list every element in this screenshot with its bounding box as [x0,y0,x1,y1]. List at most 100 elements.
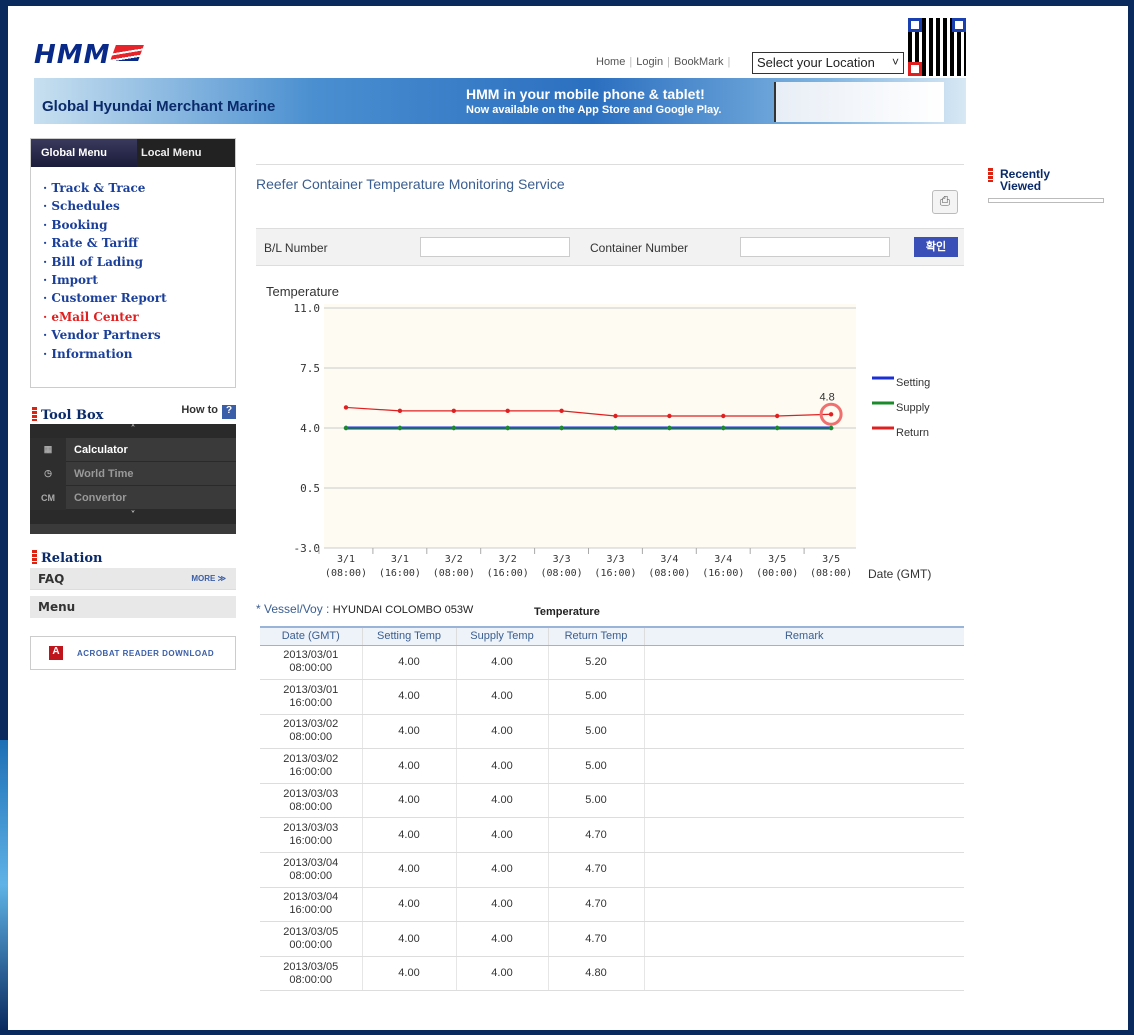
table-row: 2013/03/01 16:00:00 4.00 4.00 5.00 [260,679,964,715]
menu-item-track-trace[interactable]: · Track & Trace [43,181,235,199]
confirm-button[interactable]: 확인 [914,237,958,257]
menu-item-booking[interactable]: · Booking [43,218,235,236]
menu-item-schedules[interactable]: · Schedules [43,199,235,217]
cell-date: 2013/03/02 08:00:00 [260,714,363,750]
menu-item-vendor-partners[interactable]: · Vendor Partners [43,328,235,346]
cell-date: 2013/03/04 16:00:00 [260,887,363,923]
scroll-down-icon[interactable]: ˅ [30,510,236,524]
menu-item-rate-tariff[interactable]: · Rate & Tariff [43,236,235,254]
cell-supply-temp: 4.00 [456,887,549,923]
page-frame: HMM Home | Login | BookMark | Select your Loc… [8,6,1128,1030]
howto-button[interactable]: How to? [181,404,236,419]
cell-setting-temp: 4.00 [362,817,457,854]
data-point-supply [559,425,564,431]
cell-return-temp: 5.20 [548,645,645,681]
table-row: 2013/03/02 16:00:00 4.00 4.00 5.00 [260,748,964,784]
more-link[interactable]: MORE ≫ [191,574,226,583]
home-link[interactable]: Home [596,56,625,68]
logo-flag-icon [109,45,144,61]
temperature-table: Date (GMT) Setting Temp Supply Temp Retu… [260,626,964,992]
data-point-supply [775,425,780,431]
banner-title: Global Hyundai Merchant Marine [42,98,276,115]
y-tick-label: 4.0 [300,422,320,435]
table-row: 2013/03/05 00:00:00 4.00 4.00 4.70 [260,921,964,957]
table-row: 2013/03/03 08:00:00 4.00 4.00 5.00 [260,783,964,819]
toolbox-title: Tool Box [41,408,104,423]
y-tick-label: 7.5 [300,362,320,375]
cell-remark [644,714,964,750]
cell-return-temp: 4.70 [548,817,645,854]
table-row: 2013/03/03 16:00:00 4.00 4.00 4.70 [260,817,964,854]
menu-row[interactable]: Menu [30,596,236,618]
x-tick-label: 3/1 [337,554,355,565]
data-point-return [721,413,726,419]
data-point-return [559,408,564,414]
cell-date: 2013/03/01 08:00:00 [260,645,363,681]
cell-return-temp: 4.70 [548,887,645,923]
cell-supply-temp: 4.00 [456,852,549,888]
convertor-icon: CM [30,485,66,510]
login-link[interactable]: Login [636,56,663,68]
cell-setting-temp: 4.00 [362,645,457,681]
x-tick-label: (00:00) [756,568,798,579]
x-tick-label: (08:00) [810,568,852,579]
x-tick-label: 3/1 [391,554,409,565]
cell-remark [644,748,964,784]
faq-row[interactable]: FAQ MORE ≫ [30,568,236,590]
relation-header: Relation [32,550,103,566]
clock-icon: ◷ [30,461,66,486]
data-point-supply [828,425,834,431]
hmm-logo[interactable]: HMM [34,40,144,70]
x-tick-label: 3/3 [606,554,624,565]
legend-label: Supply [896,402,930,414]
toolbox-panel: ˄ ▦ Calculator ◷ World Time CM Convertor ˅ [30,424,236,534]
vessel-info: * Vessel/Voy : HYUNDAI COLOMBO 053W Temp… [256,602,600,618]
menu-item-bill-of-lading[interactable]: · Bill of Lading [43,255,235,273]
tool-calculator[interactable]: ▦ Calculator [30,437,236,462]
bookmark-link[interactable]: BookMark [674,56,724,68]
legend-label: Setting [896,377,930,389]
section-marker-icon [32,550,37,564]
menu-item-import[interactable]: · Import [43,273,235,291]
y-tick-label: -3.0 [294,542,321,555]
scroll-up-icon[interactable]: ˄ [30,424,236,438]
data-point-return [505,408,510,414]
search-bar: B/L Number Container Number 확인 [256,228,964,266]
cell-setting-temp: 4.00 [362,714,457,750]
tool-convertor[interactable]: CM Convertor [30,485,236,510]
acrobat-download-button[interactable]: A ACROBAT READER DOWNLOAD [30,636,236,670]
menu-item-email-center[interactable]: · eMail Center [43,310,235,328]
cell-return-temp: 4.70 [548,921,645,957]
data-point-return [397,408,403,414]
location-select[interactable]: Select your Location ˅ [752,52,904,74]
x-tick-label: 3/2 [499,554,517,565]
legend-label: Return [896,427,929,439]
y-axis-label: Temperature [266,284,339,299]
global-menu: Global Menu Local Menu · Track & Trace ·… [30,138,236,388]
x-tick-label: (08:00) [433,568,475,579]
qr-code-icon [908,18,966,76]
data-point-supply [505,425,510,431]
x-tick-label: (08:00) [541,568,583,579]
x-tick-label: (08:00) [325,568,367,579]
bl-number-input[interactable] [420,237,570,257]
tool-world-time[interactable]: ◷ World Time [30,461,236,486]
x-tick-label: 3/2 [445,554,463,565]
cell-return-temp: 4.80 [548,956,645,992]
x-tick-label: 3/4 [660,554,678,565]
data-point-supply [721,425,726,431]
menu-item-customer-report[interactable]: · Customer Report [43,291,235,309]
tab-global-menu[interactable]: Global Menu [31,139,137,167]
table-row: 2013/03/04 08:00:00 4.00 4.00 4.70 [260,852,964,888]
cell-remark [644,956,964,992]
tab-local-menu[interactable]: Local Menu [141,147,202,159]
cell-setting-temp: 4.00 [362,679,457,715]
cell-supply-temp: 4.00 [456,679,549,715]
container-number-input[interactable] [740,237,890,257]
column-header-setting: Setting Temp [362,626,457,646]
promo-banner[interactable]: Global Hyundai Merchant Marine HMM in yo… [34,78,966,124]
cell-remark [644,645,964,681]
menu-item-information[interactable]: · Information [43,347,235,365]
print-button[interactable]: ⎙ [932,190,958,214]
cell-remark [644,852,964,888]
